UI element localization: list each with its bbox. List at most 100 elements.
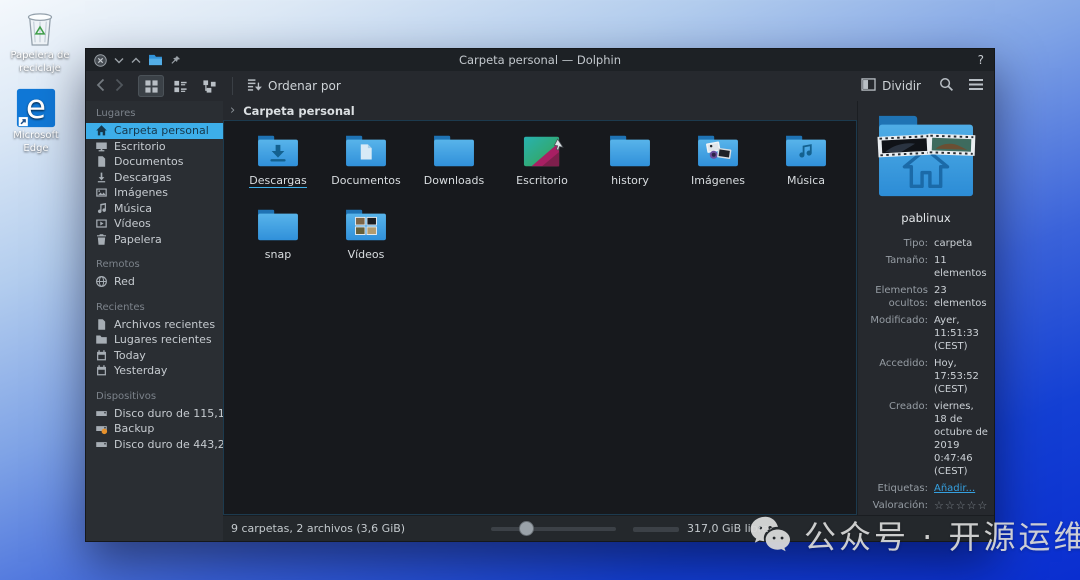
status-summary: 9 carpetas, 2 archivos (3,6 GiB): [231, 522, 405, 535]
close-icon[interactable]: [94, 54, 107, 67]
folder-item-downloads[interactable]: Downloads: [410, 128, 498, 202]
sidebar-item-backup[interactable]: Backup: [86, 421, 223, 437]
folder-label: Escritorio: [516, 175, 568, 187]
wechat-icon: [748, 514, 794, 557]
sidebar-item-label: Disco duro de 115,1 GiB: [114, 407, 223, 420]
folder-icon: [431, 128, 477, 170]
info-value: carpeta: [934, 237, 988, 250]
sort-by-button[interactable]: Ordenar por: [243, 75, 345, 97]
dolphin-window: Carpeta personal — Dolphin ?: [85, 48, 995, 542]
file-icon: [95, 318, 108, 331]
sidebar-item-archivos-recientes[interactable]: Archivos recientes: [86, 317, 223, 333]
breadcrumb-path[interactable]: Carpeta personal: [243, 104, 355, 118]
drive-icon: [95, 407, 108, 420]
icons-view-button[interactable]: [138, 75, 164, 97]
calendar-icon: [95, 364, 108, 377]
sidebar-item-imagenes[interactable]: Imágenes: [86, 185, 223, 201]
info-label-etiquetas-: Etiquetas:: [864, 482, 928, 495]
folder-icon: [607, 128, 653, 170]
watermark: 公众号 · 开源运维: [748, 512, 1080, 558]
toolbar: Ordenar por Dividir: [86, 71, 994, 101]
pin-icon[interactable]: [170, 55, 181, 66]
folder-item-videos[interactable]: Vídeos: [322, 202, 410, 276]
sidebar-item-musica[interactable]: Música: [86, 201, 223, 217]
info-value: Ayer, 11:51:33 (CEST): [934, 314, 988, 353]
folder-icon: [343, 202, 389, 244]
sidebar-item-documentos[interactable]: Documentos: [86, 154, 223, 170]
info-add-link[interactable]: Añadir...: [934, 482, 988, 495]
sidebar-section-lugares: Lugares: [86, 108, 223, 123]
sidebar-item-label: Red: [114, 275, 135, 288]
free-space-bar: [633, 527, 679, 532]
sidebar-item-label: Lugares recientes: [114, 333, 212, 346]
sidebar-item-label: Backup: [114, 422, 154, 435]
split-view-button[interactable]: Dividir: [857, 76, 925, 96]
breadcrumb-chevron-icon: ›: [230, 103, 235, 118]
desktop-icon-label: Microsoft Edge: [0, 130, 72, 155]
folder-view[interactable]: Descargas Documentos Downloads Escritorio hi…: [223, 120, 857, 515]
sidebar-item-papelera[interactable]: Papelera: [86, 232, 223, 248]
folder-item-descargas[interactable]: Descargas: [234, 128, 322, 202]
sidebar-item-red[interactable]: Red: [86, 274, 223, 290]
sidebar-item-label: Documentos: [114, 155, 183, 168]
sidebar-section-remotos: Remotos: [86, 259, 223, 274]
recycle-bin-icon: [4, 6, 76, 48]
details-view-button[interactable]: [167, 75, 193, 97]
sidebar-item-label: Escritorio: [114, 140, 166, 153]
back-button[interactable]: [96, 78, 105, 95]
folder-label: Vídeos: [348, 249, 385, 261]
folder-item-documentos[interactable]: Documentos: [322, 128, 410, 202]
help-button[interactable]: ?: [978, 53, 984, 67]
image-icon: [95, 186, 108, 199]
desktop-icon-recycle-bin[interactable]: Papelera de reciclaje: [4, 6, 76, 75]
item-details: Tipo:carpetaTamaño:11 elementosElementos…: [864, 237, 988, 515]
folder-label: Documentos: [331, 175, 400, 187]
titlebar[interactable]: Carpeta personal — Dolphin ?: [86, 49, 994, 71]
calendar-icon: [95, 349, 108, 362]
search-icon[interactable]: [939, 77, 954, 95]
hamburger-menu-icon[interactable]: [968, 78, 984, 94]
info-value: Hoy, 17:53:52 (CEST): [934, 357, 988, 396]
folder-item-imagenes[interactable]: Imágenes: [674, 128, 762, 202]
folder-label: Descargas: [249, 175, 307, 188]
zoom-slider-handle[interactable]: [519, 521, 534, 536]
chevron-up-icon[interactable]: [131, 57, 141, 64]
sidebar-item-disco-duro-de-443-2-gib[interactable]: Disco duro de 443,2 GiB: [86, 437, 223, 453]
sidebar-item-label: Imágenes: [114, 186, 168, 199]
folder-label: Imágenes: [691, 175, 745, 187]
sidebar-item-yesterday[interactable]: Yesterday: [86, 363, 223, 379]
sidebar-item-label: Descargas: [114, 171, 172, 184]
folder-item-history[interactable]: history: [586, 128, 674, 202]
desktop-icon-microsoft-edge[interactable]: e Microsoft Edge: [0, 88, 72, 155]
sort-icon: [247, 77, 262, 95]
sidebar-item-videos[interactable]: Vídeos: [86, 216, 223, 232]
folder-item-snap[interactable]: snap: [234, 202, 322, 276]
monitor-icon: [95, 140, 108, 153]
folder-icon: [783, 128, 829, 170]
forward-button[interactable]: [115, 78, 124, 95]
sidebar-item-descargas[interactable]: Descargas: [86, 170, 223, 186]
folder-item-escritorio[interactable]: Escritorio: [498, 128, 586, 202]
folder-item-musica[interactable]: Música: [762, 128, 850, 202]
info-label-tipo-: Tipo:: [864, 237, 928, 250]
sidebar-item-lugares-recientes[interactable]: Lugares recientes: [86, 332, 223, 348]
folder-icon: [519, 128, 565, 170]
chevron-down-icon[interactable]: [114, 57, 124, 64]
folder-icon: [148, 54, 163, 66]
folder-icon: [695, 128, 741, 170]
sidebar-item-disco-duro-de-115-1-gib[interactable]: Disco duro de 115,1 GiB: [86, 406, 223, 422]
sidebar-item-today[interactable]: Today: [86, 348, 223, 364]
sidebar-item-carpeta-personal[interactable]: Carpeta personal: [86, 123, 223, 139]
information-panel: pablinux Tipo:carpetaTamaño:11 elementos…: [857, 101, 994, 515]
folder-label: snap: [265, 249, 291, 261]
breadcrumb[interactable]: › Carpeta personal: [223, 101, 857, 120]
sidebar-item-label: Papelera: [114, 233, 162, 246]
folder-label: history: [611, 175, 649, 187]
document-icon: [95, 155, 108, 168]
sidebar-item-escritorio[interactable]: Escritorio: [86, 139, 223, 155]
split-icon: [861, 78, 876, 94]
folder-icon: [255, 128, 301, 170]
tree-view-button[interactable]: [196, 75, 222, 97]
zoom-slider[interactable]: [491, 527, 616, 531]
svg-text:e: e: [26, 88, 46, 126]
